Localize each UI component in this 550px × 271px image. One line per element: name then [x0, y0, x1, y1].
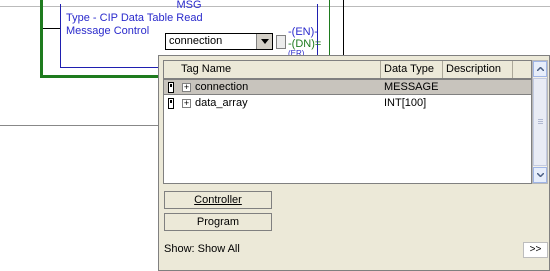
tag-icon [168, 82, 174, 93]
message-control-combo[interactable]: connection [165, 33, 273, 50]
message-control-value[interactable]: connection [169, 35, 222, 47]
tag-row-data-array[interactable]: + data_array INT[100] [164, 96, 531, 112]
tag-row-connection[interactable]: + connection MESSAGE [164, 79, 531, 95]
output-en: -(EN)- [288, 26, 318, 38]
program-scope-label: Program [196, 216, 240, 228]
browse-button[interactable] [276, 35, 286, 49]
tag-icon [168, 98, 174, 109]
instruction-type: Type - CIP Data Table Read [66, 12, 203, 24]
column-header-tag-name[interactable]: Tag Name [164, 61, 381, 78]
message-control-label: Message Control [66, 25, 150, 37]
grip-line [538, 119, 543, 120]
expand-icon[interactable]: + [182, 99, 191, 108]
tag-data-type: MESSAGE [384, 81, 439, 93]
rung-right-rail [343, 0, 344, 55]
rung-wire-lower [0, 125, 158, 126]
scroll-down-icon[interactable] [533, 167, 547, 183]
tag-browser-popup: Tag Name Data Type Description + connect… [158, 55, 550, 271]
controller-scope-label: Controller [194, 194, 242, 206]
column-header-data-type[interactable]: Data Type [381, 61, 443, 78]
expand-icon[interactable]: + [182, 83, 191, 92]
instruction-title: MSG [176, 0, 202, 11]
show-filter-label[interactable]: Show: Show All [164, 243, 240, 255]
grip-line [538, 121, 543, 122]
more-options-button[interactable]: >> [523, 242, 548, 258]
vertical-scrollbar[interactable] [532, 60, 548, 184]
scrollbar-thumb[interactable] [533, 78, 547, 166]
tag-grid-header: Tag Name Data Type Description [164, 61, 531, 79]
program-scope-button[interactable]: Program [164, 213, 272, 231]
column-header-description[interactable]: Description [443, 61, 513, 78]
dropdown-arrow-icon[interactable] [256, 34, 272, 49]
grip-line [538, 123, 543, 124]
controller-scope-button[interactable]: Controller [164, 191, 272, 209]
tag-name: data_array [195, 97, 248, 109]
tag-name: connection [195, 81, 249, 93]
scroll-up-icon[interactable] [533, 61, 547, 77]
tag-grid: Tag Name Data Type Description + connect… [163, 60, 532, 184]
tag-data-type: INT[100] [384, 97, 427, 109]
